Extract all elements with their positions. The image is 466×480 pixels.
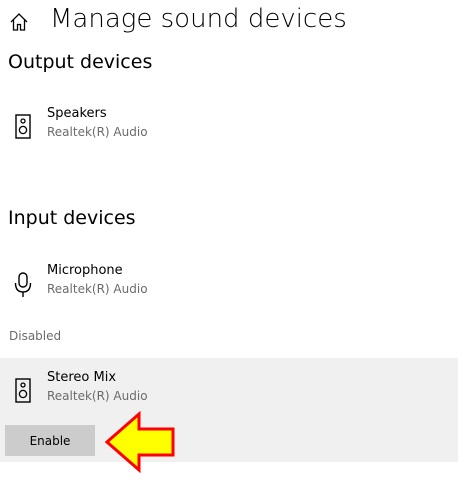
enable-button[interactable]: Enable xyxy=(5,425,95,456)
microphone-icon xyxy=(12,271,34,297)
device-name: Stereo Mix xyxy=(47,370,117,385)
disabled-group-label: Disabled xyxy=(9,329,62,343)
output-devices-heading: Output devices xyxy=(8,51,153,73)
speaker-icon xyxy=(12,378,34,404)
device-name: Speakers xyxy=(47,106,107,121)
home-icon[interactable] xyxy=(9,12,29,32)
device-driver: Realtek(R) Audio xyxy=(47,282,148,296)
device-driver: Realtek(R) Audio xyxy=(47,125,148,139)
input-devices-heading: Input devices xyxy=(8,207,136,229)
device-speakers[interactable]: Speakers Realtek(R) Audio xyxy=(0,102,458,158)
page-title: Manage sound devices xyxy=(50,4,347,34)
device-name: Microphone xyxy=(47,263,123,278)
device-driver: Realtek(R) Audio xyxy=(47,389,148,403)
device-stereo-mix[interactable]: Stereo Mix Realtek(R) Audio xyxy=(0,366,458,422)
device-microphone[interactable]: Microphone Realtek(R) Audio xyxy=(0,259,458,315)
pointer-arrow-annotation xyxy=(103,410,177,474)
manage-sound-devices-page: Manage sound devices Output devices Spea… xyxy=(0,0,466,480)
speaker-icon xyxy=(12,114,34,140)
